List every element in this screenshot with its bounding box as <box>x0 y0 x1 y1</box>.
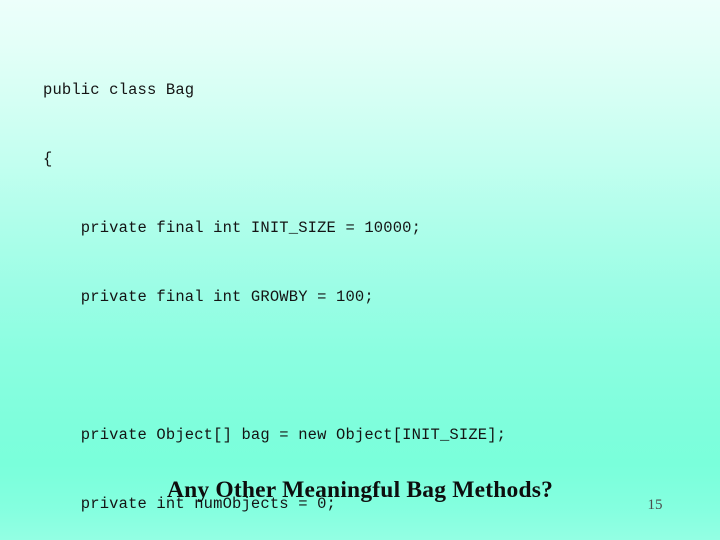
slide-number: 15 <box>647 497 663 513</box>
code-line: private final int GROWBY = 100; <box>43 288 374 306</box>
slide-question-heading: Any Other Meaningful Bag Methods? <box>166 477 554 503</box>
java-code-block: public class Bag { private final int INI… <box>43 33 703 540</box>
code-line: public class Bag <box>43 81 195 99</box>
code-line: private final int INIT_SIZE = 10000; <box>43 219 422 237</box>
code-line: { <box>43 150 53 168</box>
presentation-slide: public class Bag { private final int INI… <box>0 0 720 540</box>
code-line: private Object[] bag = new Object[INIT_S… <box>43 426 507 444</box>
